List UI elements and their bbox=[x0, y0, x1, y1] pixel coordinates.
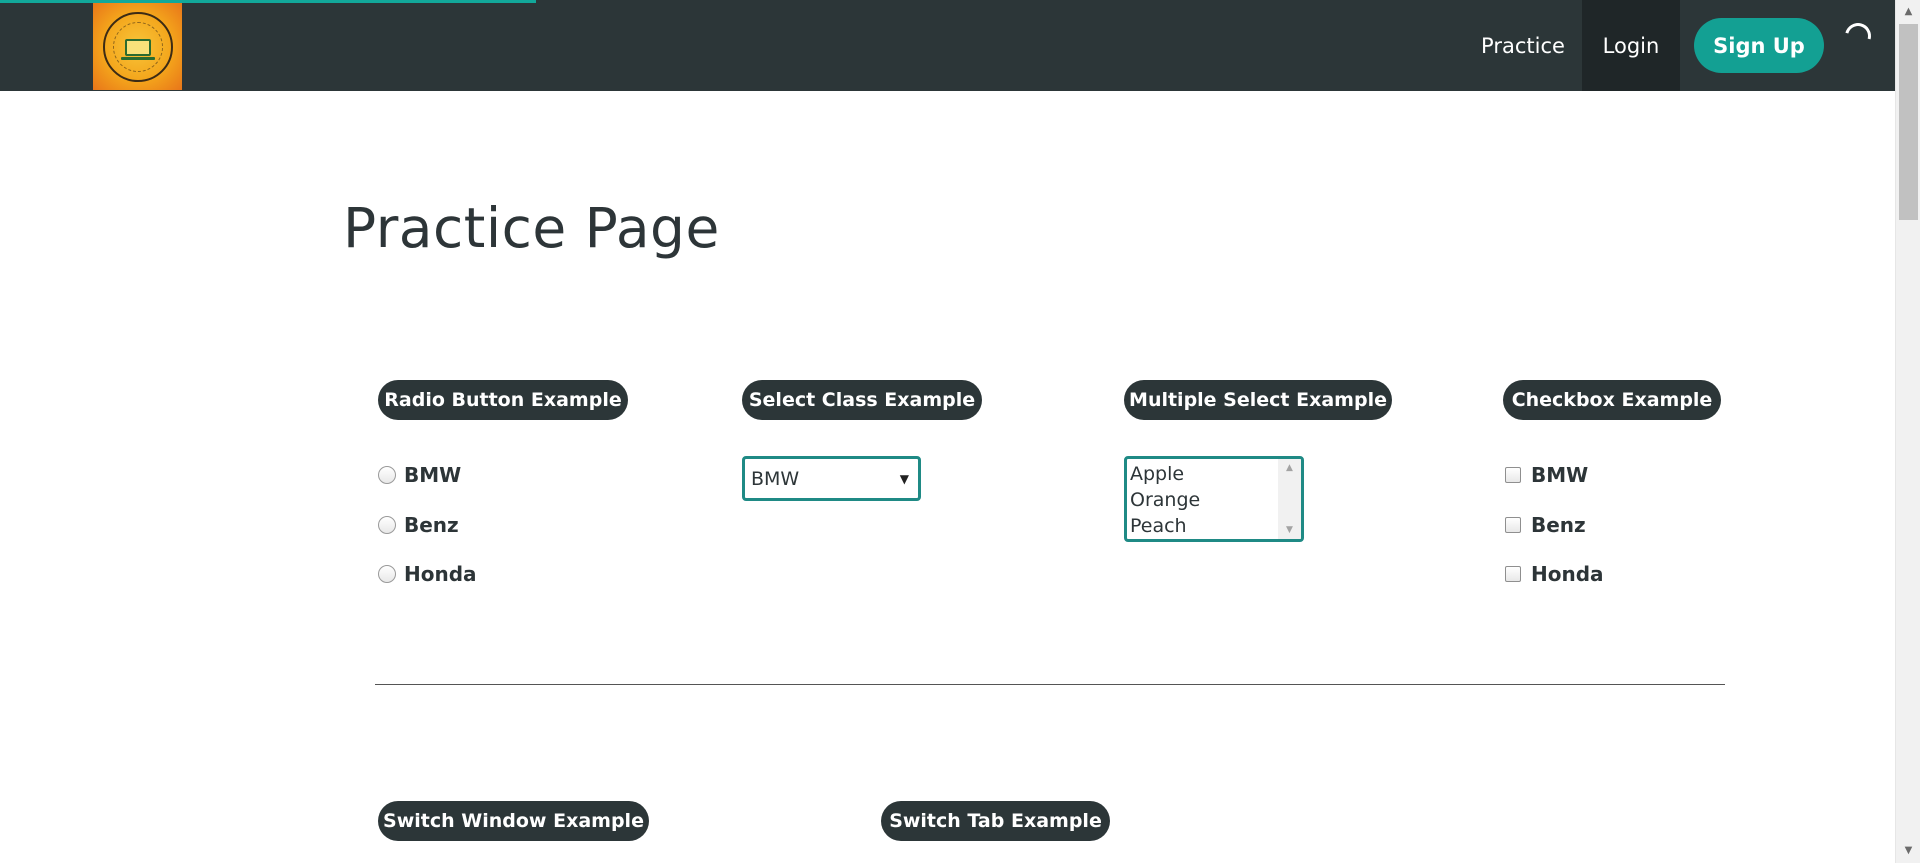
legend-switch-window: Switch Window Example bbox=[378, 801, 649, 841]
car-select-dropdown[interactable]: BMW ▼ bbox=[742, 456, 921, 501]
checkbox-option-honda[interactable]: Honda bbox=[1505, 561, 1604, 587]
dropdown-arrow-icon: ▼ bbox=[899, 471, 909, 486]
page-scrollbar[interactable]: ▲ ▼ bbox=[1895, 0, 1920, 863]
radio-button-honda[interactable] bbox=[378, 565, 396, 583]
laptop-icon bbox=[120, 39, 155, 60]
section-divider bbox=[375, 684, 1725, 685]
legend-switch-tab: Switch Tab Example bbox=[881, 801, 1110, 841]
site-logo[interactable] bbox=[93, 3, 182, 90]
checkbox-bmw[interactable] bbox=[1505, 467, 1521, 483]
radio-label-honda: Honda bbox=[404, 562, 477, 586]
radio-button-benz[interactable] bbox=[378, 516, 396, 534]
navbar: Practice Login Sign Up bbox=[0, 0, 1895, 91]
checkbox-honda[interactable] bbox=[1505, 566, 1521, 582]
multi-option-orange[interactable]: Orange bbox=[1130, 487, 1275, 513]
scroll-down-icon[interactable]: ▼ bbox=[1278, 525, 1301, 535]
multi-select-options: Apple Orange Peach bbox=[1130, 461, 1275, 539]
multi-option-peach[interactable]: Peach bbox=[1130, 513, 1275, 539]
signup-button[interactable]: Sign Up bbox=[1694, 18, 1824, 73]
checkbox-label-honda: Honda bbox=[1531, 562, 1604, 586]
checkbox-label-benz: Benz bbox=[1531, 513, 1586, 537]
logo-badge-icon bbox=[102, 11, 173, 82]
multi-option-apple[interactable]: Apple bbox=[1130, 461, 1275, 487]
multi-select-scrollbar[interactable]: ▲ ▼ bbox=[1278, 459, 1301, 539]
scroll-up-icon[interactable]: ▲ bbox=[1278, 463, 1301, 473]
scrollbar-thumb[interactable] bbox=[1899, 24, 1918, 220]
legend-select-class: Select Class Example bbox=[742, 380, 982, 420]
radio-label-benz: Benz bbox=[404, 513, 459, 537]
legend-checkbox: Checkbox Example bbox=[1503, 380, 1721, 420]
radio-option-honda[interactable]: Honda bbox=[378, 561, 477, 587]
radio-label-bmw: BMW bbox=[404, 463, 462, 487]
radio-option-benz[interactable]: Benz bbox=[378, 512, 459, 538]
checkbox-option-bmw[interactable]: BMW bbox=[1505, 462, 1588, 488]
scrollbar-down-arrow-icon[interactable]: ▼ bbox=[1896, 839, 1920, 863]
page-title: Practice Page bbox=[343, 196, 720, 260]
page-viewport: Practice Login Sign Up Practice Page Rad… bbox=[0, 0, 1895, 863]
loading-spinner-icon bbox=[1840, 18, 1876, 54]
fruit-multiple-select[interactable]: Apple Orange Peach ▲ ▼ bbox=[1124, 456, 1304, 542]
select-current-value: BMW bbox=[751, 467, 800, 490]
radio-button-bmw[interactable] bbox=[378, 466, 396, 484]
checkbox-option-benz[interactable]: Benz bbox=[1505, 512, 1586, 538]
nav-link-practice[interactable]: Practice bbox=[1463, 0, 1583, 91]
legend-multiple-select: Multiple Select Example bbox=[1124, 380, 1392, 420]
legend-radio-button: Radio Button Example bbox=[378, 380, 628, 420]
checkbox-benz[interactable] bbox=[1505, 517, 1521, 533]
radio-option-bmw[interactable]: BMW bbox=[378, 462, 461, 488]
scrollbar-up-arrow-icon[interactable]: ▲ bbox=[1896, 0, 1920, 24]
nav-link-login[interactable]: Login bbox=[1582, 0, 1680, 91]
page-loading-bar bbox=[0, 0, 536, 3]
checkbox-label-bmw: BMW bbox=[1531, 463, 1589, 487]
